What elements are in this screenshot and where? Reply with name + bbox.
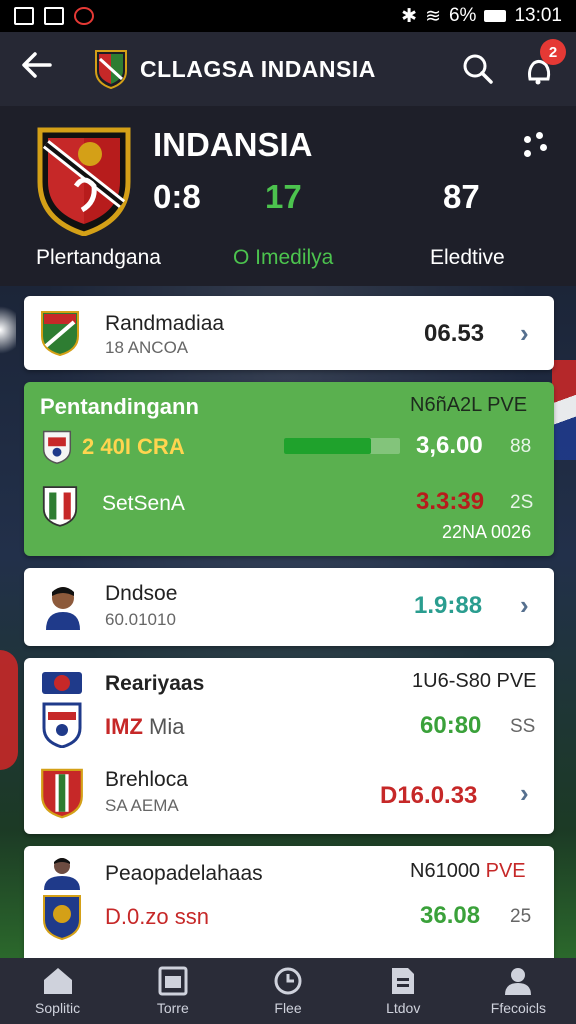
wifi-icon: ≋ — [425, 5, 441, 27]
match-header-right: N61000 PVE — [410, 860, 526, 882]
row1-value: 3,6.00 — [416, 432, 483, 459]
row1-value: 36.08 — [420, 902, 481, 929]
nav-live[interactable]: Flee — [230, 958, 345, 1024]
club-crest-icon — [42, 486, 78, 527]
more-options-button[interactable] — [520, 132, 550, 162]
clock-icon — [274, 967, 302, 995]
record-icon — [74, 7, 94, 25]
battery-icon — [484, 10, 507, 22]
match-header: Pentandingann — [40, 394, 199, 419]
notification-badge: 2 — [540, 39, 566, 65]
club-name: Randmadiaa — [105, 312, 225, 335]
club-crest-icon — [43, 895, 81, 940]
player-sub: 60.01010 — [105, 610, 176, 629]
row2-value: 3.3:39 — [416, 488, 485, 515]
image-icon — [44, 7, 64, 25]
row1-extra: 88 — [510, 436, 532, 457]
row2-sub: 22NA 0026 — [442, 522, 532, 542]
chevron-right-icon[interactable]: › — [520, 318, 529, 349]
match-header-right: N6ñA2L PVE — [410, 394, 528, 416]
bottom-nav: Soplitic Torre Flee Ltdov Ffecoicls — [0, 958, 576, 1024]
row2-value: D16.0.33 — [380, 782, 478, 809]
stadium-light — [0, 300, 16, 360]
avatar — [46, 587, 80, 630]
player-value: 1.9:88 — [414, 592, 483, 619]
bluetooth-icon: ✱ — [401, 5, 418, 27]
tab-matches[interactable]: Plertandgana — [36, 246, 161, 270]
nav-table-label: Torre — [156, 1000, 189, 1016]
chevron-right-icon[interactable]: › — [520, 590, 529, 621]
chevron-right-icon[interactable]: › — [520, 778, 529, 809]
match-card[interactable]: Pentandingann N6ñA2L PVE 2 40I CRA 3,6.0… — [24, 382, 554, 556]
row1-progress — [284, 438, 400, 454]
club-crest-icon — [42, 672, 82, 694]
row2-extra: 2S — [510, 492, 534, 513]
list-item[interactable]: Dndsoe 60.01010 1.9:88 › — [24, 568, 554, 646]
match-header-right: 1U6-S80 PVE — [412, 670, 537, 692]
nav-live-label: Flee — [274, 1000, 302, 1016]
row2-sub: SA AEMA — [105, 796, 179, 815]
stat-highlight: 17 — [265, 178, 302, 215]
row1-progress-fill — [284, 438, 371, 454]
team-header: INDANSIA 0:8 17 87 Plertandgana O Imedil… — [0, 106, 576, 286]
gallery-icon — [14, 7, 34, 25]
battery-percent: 6% — [448, 5, 477, 26]
avatar — [44, 858, 80, 890]
red-decoration — [0, 650, 18, 770]
nav-stats-label: Ltdov — [386, 1000, 421, 1016]
nav-stats[interactable]: Ltdov — [346, 958, 461, 1024]
flag-decoration — [552, 360, 576, 460]
user-icon — [505, 968, 532, 995]
nav-table[interactable]: Torre — [115, 958, 230, 1024]
row1-label: IMZ Mia — [105, 714, 185, 739]
row1-extra: SS — [510, 716, 536, 737]
club-crest-icon — [41, 311, 79, 356]
club-crest-icon — [42, 702, 82, 748]
calendar-icon — [158, 966, 188, 996]
row2-label: SetSenA — [102, 492, 185, 515]
team-name: INDANSIA — [153, 126, 313, 163]
club-value: 06.53 — [424, 320, 485, 347]
stat-total: 87 — [443, 178, 480, 215]
back-button[interactable] — [20, 48, 64, 91]
home-icon — [43, 968, 72, 994]
club-logo-icon — [95, 50, 127, 89]
arrow-left-icon — [22, 51, 52, 78]
match-card[interactable]: Reariyaas 1U6-S80 PVE IMZ Mia 60:80 SS B… — [24, 658, 554, 834]
tab-immediately[interactable]: O Imedilya — [233, 246, 333, 270]
list-item[interactable]: Randmadiaa 18 ANCOA 06.53 › — [24, 296, 554, 370]
row1-value: 60:80 — [420, 712, 482, 739]
app-title: CLLAGSA INDANSIA — [140, 55, 376, 82]
nav-profile[interactable]: Ffecoicls — [461, 958, 576, 1024]
clock: 13:01 — [514, 5, 562, 26]
club-crest-icon — [42, 430, 72, 464]
app-bar: CLLAGSA INDANSIA 2 — [0, 32, 576, 106]
tab-elective[interactable]: Eledtive — [430, 246, 505, 270]
stat-score: 0:8 — [153, 178, 201, 215]
row1-label: 2 40I CRA — [82, 434, 185, 459]
team-crest-icon — [37, 127, 131, 236]
match-header: Reariyaas — [105, 672, 205, 695]
club-crest-icon — [41, 768, 83, 819]
nav-home-label: Soplitic — [35, 1000, 81, 1016]
nav-profile-label: Ffecoicls — [490, 1000, 547, 1016]
row1-label: D.0.zo ssn — [105, 904, 209, 929]
match-header: Peaopadelahaas — [105, 862, 263, 885]
club-sub: 18 ANCOA — [105, 338, 189, 357]
status-bar: ✱ ≋ 6% 13:01 — [0, 0, 576, 32]
row2-name: Brehloca — [105, 768, 188, 791]
player-name: Dndsoe — [105, 582, 178, 605]
match-card[interactable]: Peaopadelahaas N61000 PVE D.0.zo ssn 36.… — [24, 846, 554, 958]
search-icon — [463, 54, 493, 84]
row1-extra: 25 — [510, 906, 532, 927]
search-button[interactable] — [460, 51, 496, 87]
document-icon — [392, 968, 415, 994]
nav-home[interactable]: Soplitic — [0, 958, 115, 1024]
notifications-button[interactable]: 2 — [520, 39, 566, 87]
